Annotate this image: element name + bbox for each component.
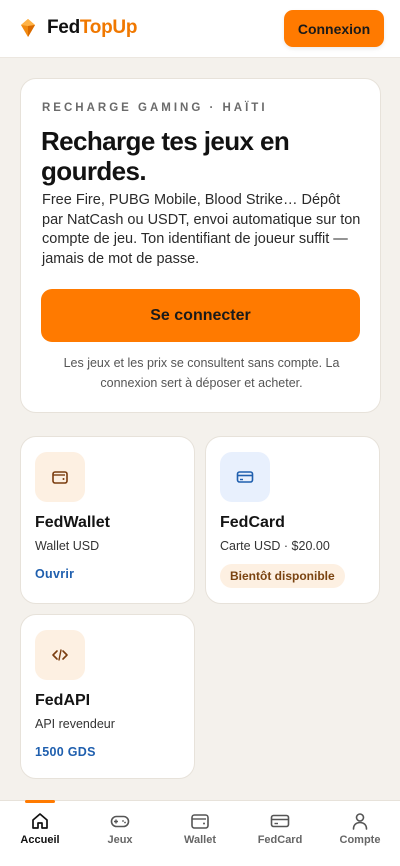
nav-label: FedCard (257, 834, 303, 846)
card-subtitle: API revendeur (35, 717, 115, 731)
login-button[interactable]: Connexion (284, 10, 384, 47)
card-subtitle: Carte USD · $20.00 (220, 539, 330, 553)
credit-card-icon (270, 814, 290, 828)
open-wallet-link[interactable]: Ouvrir (35, 567, 74, 581)
hero-card: RECHARGE GAMING · HAÏTI Recharge tes jeu… (20, 78, 381, 413)
code-icon (35, 630, 85, 680)
nav-item-fedcard[interactable]: FedCard (240, 801, 320, 866)
hero-description: Free Fire, PUBG Mobile, Blood Strike… Dé… (42, 192, 361, 267)
card-title: FedWallet (35, 514, 110, 531)
fedapi-card[interactable]: FedAPI API revendeur 1500 GDS (20, 614, 195, 779)
hero-eyebrow: RECHARGE GAMING · HAÏTI (42, 102, 268, 114)
nav-item-compte[interactable]: Compte (320, 801, 400, 866)
gamepad-icon (110, 815, 130, 828)
nav-label: Jeux (107, 834, 133, 846)
nav-label: Wallet (184, 834, 216, 846)
nav-item-wallet[interactable]: Wallet (160, 801, 240, 866)
card-title: FedCard (220, 514, 285, 531)
bottom-navigation: Accueil Jeux Wallet FedCard Compte (0, 800, 400, 866)
hero-title: Recharge tes jeux en gourdes. (41, 126, 290, 186)
top-bar: FedTopUp Connexion (0, 0, 400, 58)
wallet-icon (35, 452, 85, 502)
nav-item-accueil[interactable]: Accueil (0, 801, 80, 866)
gem-logo-icon (21, 19, 35, 37)
home-icon (32, 813, 48, 829)
user-icon (352, 813, 368, 830)
card-subtitle: Wallet USD (35, 539, 100, 553)
api-price-link[interactable]: 1500 GDS (35, 745, 96, 759)
nav-label: Compte (339, 834, 381, 846)
connect-button[interactable]: Se connecter (41, 289, 360, 342)
fedwallet-card[interactable]: FedWallet Wallet USD Ouvrir (20, 436, 195, 604)
nav-label: Accueil (20, 834, 60, 846)
credit-card-icon (220, 452, 270, 502)
brand[interactable]: FedTopUp (18, 17, 137, 39)
hero-note: Les jeux et les prix se consultent sans … (63, 356, 340, 390)
nav-item-jeux[interactable]: Jeux (80, 801, 160, 866)
brand-name: FedTopUp (47, 17, 138, 38)
wallet-icon (191, 814, 209, 829)
fedcard-card[interactable]: FedCard Carte USD · $20.00 Bientôt dispo… (205, 436, 380, 604)
card-title: FedAPI (35, 692, 91, 709)
coming-soon-badge: Bientôt disponible (220, 564, 345, 588)
